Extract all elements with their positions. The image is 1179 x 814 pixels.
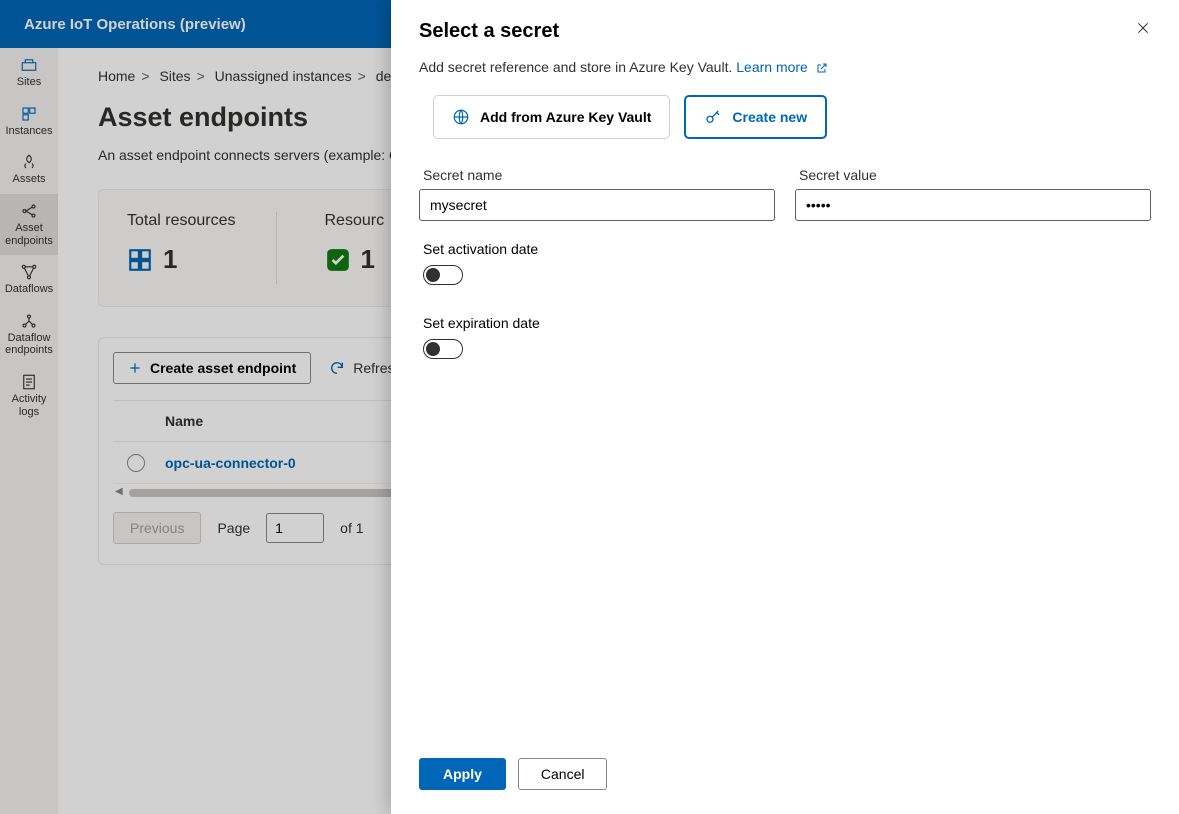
secret-value-label: Secret value (795, 167, 1151, 183)
learn-more-link[interactable]: Learn more (736, 59, 827, 75)
pill-label: Add from Azure Key Vault (480, 109, 651, 125)
add-from-key-vault-button[interactable]: Add from Azure Key Vault (433, 95, 670, 139)
create-new-button[interactable]: Create new (684, 95, 827, 139)
panel-title: Select a secret (419, 20, 559, 43)
secret-name-label: Secret name (419, 167, 775, 183)
activation-date-label: Set activation date (423, 241, 1151, 257)
panel-footer: Apply Cancel (391, 742, 1179, 814)
select-secret-panel: Select a secret Add secret reference and… (391, 0, 1179, 814)
expiration-date-label: Set expiration date (423, 315, 1151, 331)
secret-mode-tabs: Add from Azure Key Vault Create new (419, 95, 1151, 139)
panel-subtitle: Add secret reference and store in Azure … (419, 59, 1151, 75)
activation-date-toggle[interactable] (423, 265, 463, 285)
secret-value-input[interactable] (795, 189, 1151, 221)
cancel-button[interactable]: Cancel (518, 758, 608, 790)
apply-button[interactable]: Apply (419, 758, 506, 790)
expiration-date-toggle[interactable] (423, 339, 463, 359)
pill-label: Create new (732, 109, 807, 125)
key-icon (704, 108, 722, 126)
globe-icon (452, 108, 470, 126)
external-link-icon (816, 62, 828, 74)
secret-name-input[interactable] (419, 189, 775, 221)
close-icon[interactable] (1135, 20, 1151, 36)
